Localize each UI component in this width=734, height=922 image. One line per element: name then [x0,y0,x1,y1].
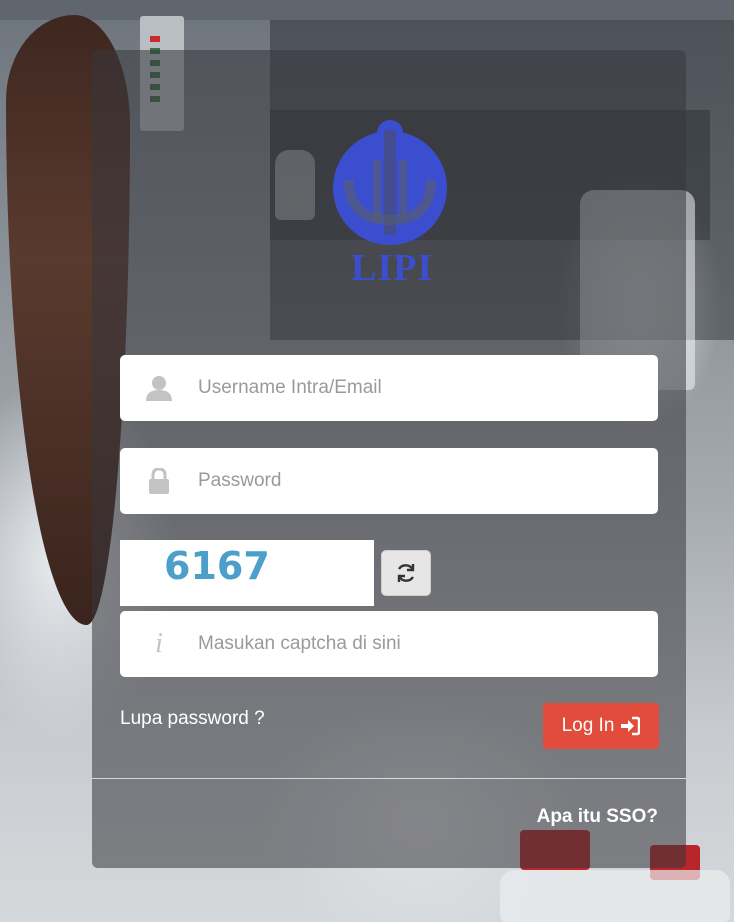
refresh-icon [397,564,415,582]
forgot-password-link[interactable]: Lupa password ? [120,708,265,730]
lock-icon [120,468,198,494]
background-top-strip [0,0,734,20]
captcha-image: 6167 [120,540,374,606]
login-label: Log In [561,715,615,736]
refresh-captcha-button[interactable] [381,550,431,596]
lipi-logo: LIPI [329,120,451,300]
password-placeholder: Password [198,470,282,491]
login-button[interactable]: Log In [543,703,659,749]
username-field[interactable]: Username Intra/Email [120,355,658,421]
username-placeholder: Username Intra/Email [198,377,382,398]
sign-in-icon [621,716,641,736]
info-icon: i [155,628,163,659]
captcha-field[interactable]: i Masukan captcha di sini [120,611,658,677]
sso-info-link[interactable]: Apa itu SSO? [537,806,658,828]
panel-divider [92,778,686,779]
logo-text: LIPI [351,247,434,289]
password-field[interactable]: Password [120,448,658,514]
user-icon [120,375,198,401]
captcha-placeholder: Masukan captcha di sini [198,633,401,654]
login-panel: LIPI Username Intra/Email Password 6167 … [92,50,686,868]
captcha-text: 6167 [164,544,270,588]
background-vials [500,870,730,922]
